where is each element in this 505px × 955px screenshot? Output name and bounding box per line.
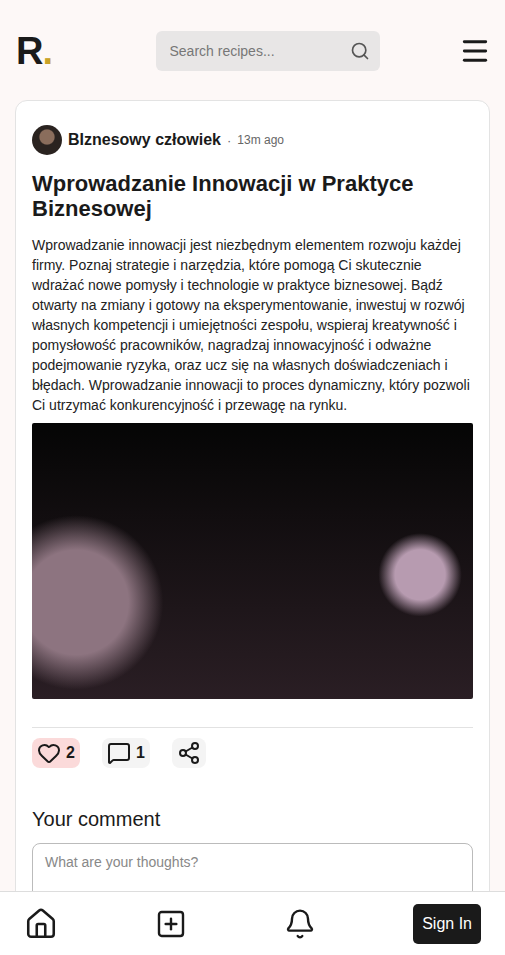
post-body: Wprowadzanie innowacji jest niezbędnym e…	[32, 235, 473, 415]
separator: ·	[227, 133, 231, 148]
bell-icon	[284, 908, 316, 940]
search-icon[interactable]	[350, 41, 370, 61]
author-name[interactable]: BIznesowy człowiek	[68, 131, 221, 149]
heart-icon	[37, 741, 61, 765]
header: R.	[0, 0, 505, 84]
menu-button[interactable]	[459, 35, 491, 67]
menu-icon	[459, 35, 491, 67]
author-avatar[interactable]	[32, 125, 62, 155]
logo[interactable]: R.	[16, 32, 76, 70]
like-button[interactable]: 2	[32, 738, 80, 768]
search-box	[156, 31, 380, 71]
share-icon	[177, 741, 201, 765]
post-image	[32, 423, 473, 699]
comment-icon	[107, 741, 131, 765]
post-actions: 21	[32, 738, 473, 768]
post-card: BIznesowy człowiek · 13m ago Wprowadzanie I…	[15, 100, 490, 948]
page: R. BIznesowy człowiek · 13m ago Wprowadzanie…	[0, 0, 505, 955]
comment-label: Your comment	[32, 808, 473, 831]
post-time: 13m ago	[237, 133, 284, 147]
post-title: Wprowadzanie Innowacji w Praktyce Biznes…	[32, 171, 473, 221]
divider	[32, 727, 473, 728]
home-button[interactable]	[24, 907, 58, 941]
bottom-nav: Sign In	[0, 891, 505, 955]
plus-icon	[155, 908, 187, 940]
sign-in-button[interactable]: Sign In	[413, 904, 481, 944]
comment-button[interactable]: 1	[102, 738, 150, 768]
author-row: BIznesowy człowiek · 13m ago	[32, 125, 473, 155]
create-button[interactable]	[155, 908, 187, 940]
search-input[interactable]	[168, 42, 344, 60]
share-button[interactable]	[172, 738, 206, 768]
home-icon	[24, 907, 58, 941]
notifications-button[interactable]	[284, 908, 316, 940]
